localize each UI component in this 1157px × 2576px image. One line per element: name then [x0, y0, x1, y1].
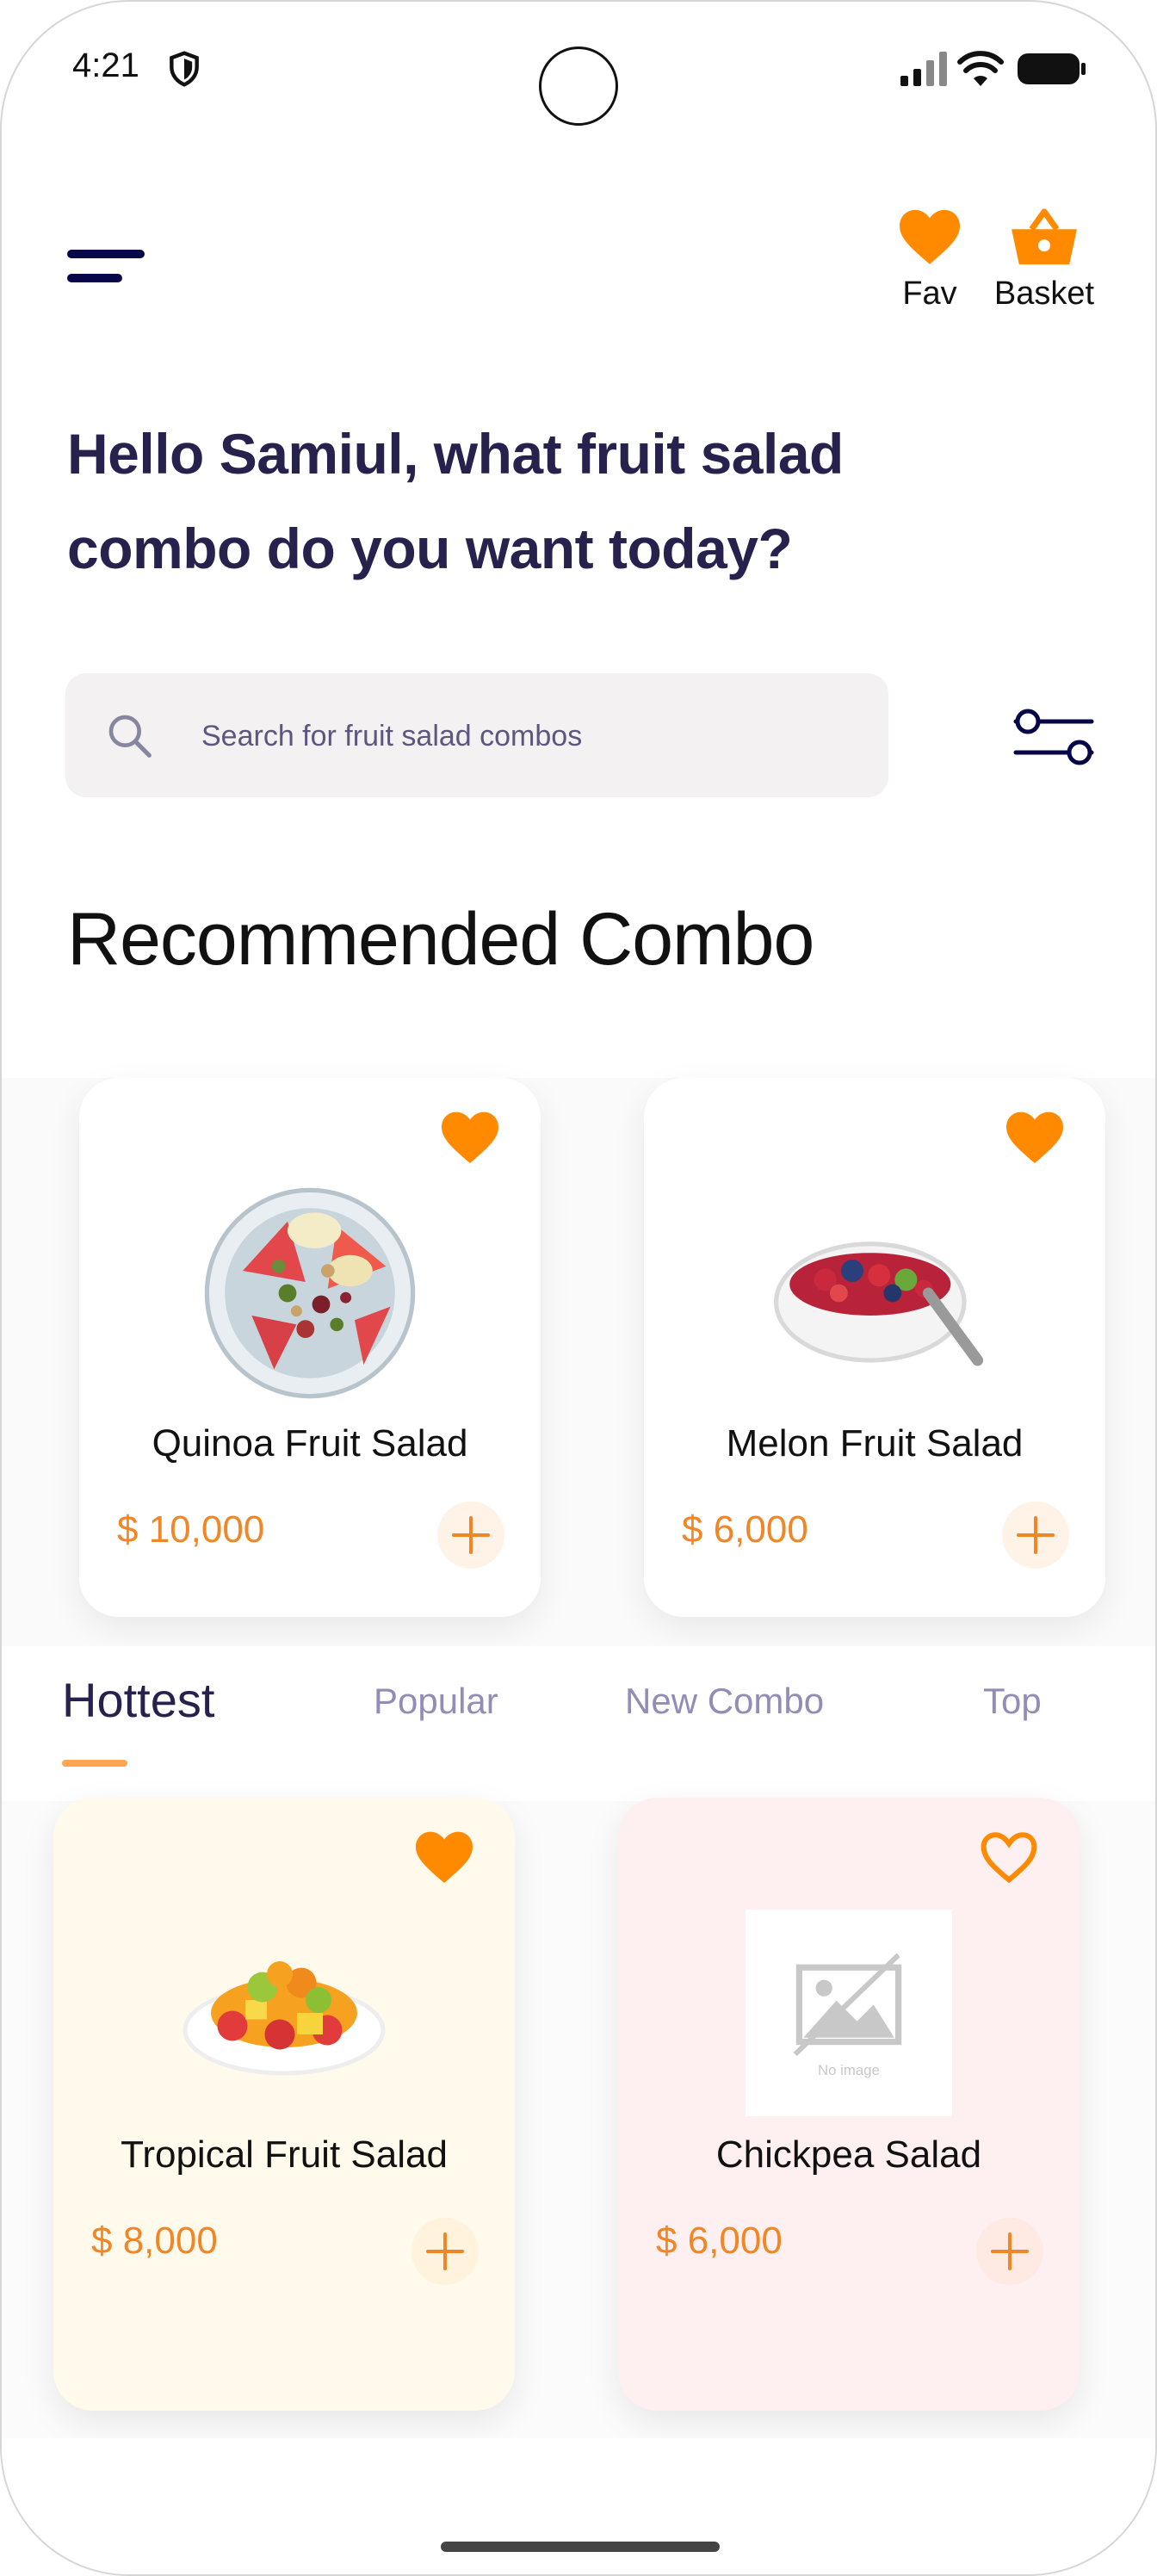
search-input[interactable]	[200, 704, 857, 768]
heart-icon	[900, 209, 960, 264]
product-price: $ 8,000	[91, 2220, 218, 2262]
image-placeholder: No image	[746, 1910, 952, 2116]
home-indicator[interactable]	[441, 2542, 720, 2552]
fav-label: Fav	[902, 276, 957, 312]
basket-button[interactable]: Basket	[988, 207, 1100, 313]
plus-icon	[426, 2232, 464, 2270]
product-price: $ 10,000	[117, 1508, 265, 1551]
heart-icon[interactable]	[439, 1109, 501, 1166]
product-card[interactable]: Melon Fruit Salad $ 6,000	[644, 1078, 1105, 1617]
active-tab-indicator	[62, 1760, 127, 1767]
plus-icon	[452, 1516, 490, 1554]
add-to-basket-button[interactable]	[411, 2218, 479, 2285]
wifi-icon	[957, 51, 1004, 86]
tab-hottest[interactable]: Hottest	[62, 1672, 214, 1728]
melon-salad-image	[774, 1242, 984, 1366]
tab-top[interactable]: Top	[983, 1681, 1042, 1722]
heart-outline-icon[interactable]	[978, 1829, 1040, 1886]
product-name: Quinoa Fruit Salad	[152, 1422, 468, 1464]
plus-icon	[991, 2232, 1029, 2270]
product-price: $ 6,000	[656, 2220, 783, 2262]
product-name: Chickpea Salad	[715, 2133, 982, 2176]
no-image-label: No image	[818, 2062, 880, 2078]
search-icon	[108, 715, 152, 758]
bottom-area	[2, 2438, 1155, 2574]
tab-new-combo[interactable]: New Combo	[625, 1681, 824, 1722]
heart-icon[interactable]	[413, 1829, 475, 1886]
phone-frame: 4:21 Fav Basket Hello Samiul, what fruit…	[0, 0, 1157, 2576]
fav-button[interactable]: Fav	[888, 207, 971, 313]
greeting-line-1: Hello Samiul, what fruit salad	[67, 422, 844, 486]
quinoa-salad-image	[204, 1187, 416, 1399]
heart-icon[interactable]	[1004, 1109, 1066, 1166]
basket-label: Basket	[993, 276, 1095, 312]
menu-icon[interactable]	[67, 248, 145, 289]
add-to-basket-button[interactable]	[976, 2218, 1043, 2285]
tab-popular[interactable]: Popular	[374, 1681, 498, 1722]
category-tabs: Hottest Popular New Combo Top	[2, 1646, 1155, 1801]
status-time: 4:21	[72, 46, 139, 84]
add-to-basket-button[interactable]	[1002, 1502, 1069, 1569]
recommended-title: Recommended Combo	[67, 898, 814, 981]
product-price: $ 6,000	[682, 1508, 808, 1551]
camera-cutout	[539, 46, 618, 126]
shield-icon	[170, 51, 199, 87]
product-card[interactable]: Tropical Fruit Salad $ 8,000	[53, 1798, 515, 2411]
product-card[interactable]: No image Chickpea Salad $ 6,000	[618, 1798, 1080, 2411]
greeting-line-2: combo do you want today?	[67, 517, 793, 580]
search-bar[interactable]	[65, 673, 888, 797]
plus-icon	[1017, 1516, 1055, 1554]
signal-icon	[900, 52, 947, 86]
tropical-salad-image	[183, 1961, 386, 2076]
basket-icon	[1012, 208, 1077, 265]
product-card[interactable]: Quinoa Fruit Salad $ 10,000	[79, 1078, 541, 1617]
product-name: Melon Fruit Salad	[726, 1422, 1024, 1464]
greeting-text: Hello Samiul, what fruit salad combo do …	[67, 406, 894, 596]
battery-icon	[1018, 53, 1086, 84]
add-to-basket-button[interactable]	[437, 1502, 504, 1569]
filter-icon[interactable]	[1012, 706, 1095, 768]
product-name: Tropical Fruit Salad	[121, 2133, 448, 2176]
